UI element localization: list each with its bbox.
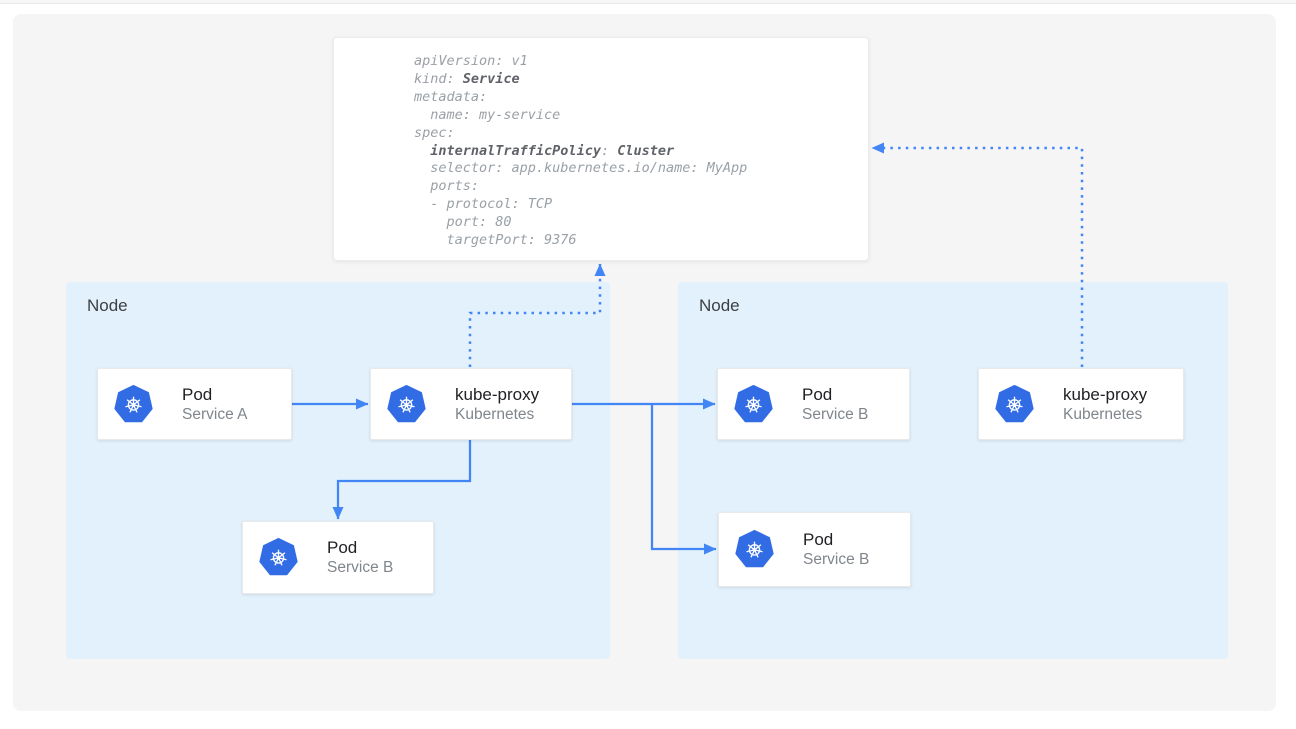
card-pod-service-b-right-2: Pod Service B [718, 512, 911, 587]
card-subtitle: Kubernetes [455, 405, 539, 425]
yaml-code: apiVersion: v1kind: Servicemetadata: nam… [414, 53, 858, 250]
service-yaml-card: apiVersion: v1kind: Servicemetadata: nam… [333, 37, 869, 261]
card-subtitle: Service B [327, 558, 393, 578]
yaml-line: spec: [414, 125, 858, 143]
card-subtitle: Service A [182, 405, 247, 425]
card-pod-service-b-left: Pod Service B [242, 521, 434, 594]
kubernetes-logo-icon [113, 384, 154, 425]
yaml-line: port: 80 [414, 214, 858, 232]
card-title: Pod [802, 384, 868, 405]
kubernetes-logo-icon [733, 384, 774, 425]
yaml-line: internalTrafficPolicy: Cluster [414, 143, 858, 161]
node-box-left: Node [66, 282, 610, 659]
top-border-strip [0, 0, 1296, 4]
yaml-line: selector: app.kubernetes.io/name: MyApp [414, 160, 858, 178]
yaml-line: apiVersion: v1 [414, 53, 858, 71]
card-title: kube-proxy [455, 384, 539, 405]
yaml-line: name: my-service [414, 107, 858, 125]
card-title: Pod [803, 529, 869, 550]
kubernetes-logo-icon [258, 537, 299, 578]
node-box-right: Node [678, 282, 1228, 659]
card-subtitle: Service B [803, 550, 869, 570]
card-subtitle: Service B [802, 405, 868, 425]
node-label: Node [87, 296, 128, 316]
kubernetes-logo-icon [386, 384, 427, 425]
card-pod-service-b-right-1: Pod Service B [717, 368, 910, 440]
yaml-line: kind: Service [414, 71, 858, 89]
card-kube-proxy-right: kube-proxy Kubernetes [978, 368, 1184, 440]
kubernetes-logo-icon [734, 529, 775, 570]
kubernetes-logo-icon [994, 384, 1035, 425]
node-label: Node [699, 296, 740, 316]
card-title: Pod [182, 384, 247, 405]
yaml-line: metadata: [414, 89, 858, 107]
card-title: Pod [327, 537, 393, 558]
yaml-line: ports: [414, 178, 858, 196]
yaml-line: targetPort: 9376 [414, 232, 858, 250]
card-subtitle: Kubernetes [1063, 405, 1147, 425]
card-pod-service-a: Pod Service A [97, 368, 292, 440]
card-kube-proxy-left: kube-proxy Kubernetes [370, 368, 572, 440]
yaml-line: - protocol: TCP [414, 196, 858, 214]
card-title: kube-proxy [1063, 384, 1147, 405]
